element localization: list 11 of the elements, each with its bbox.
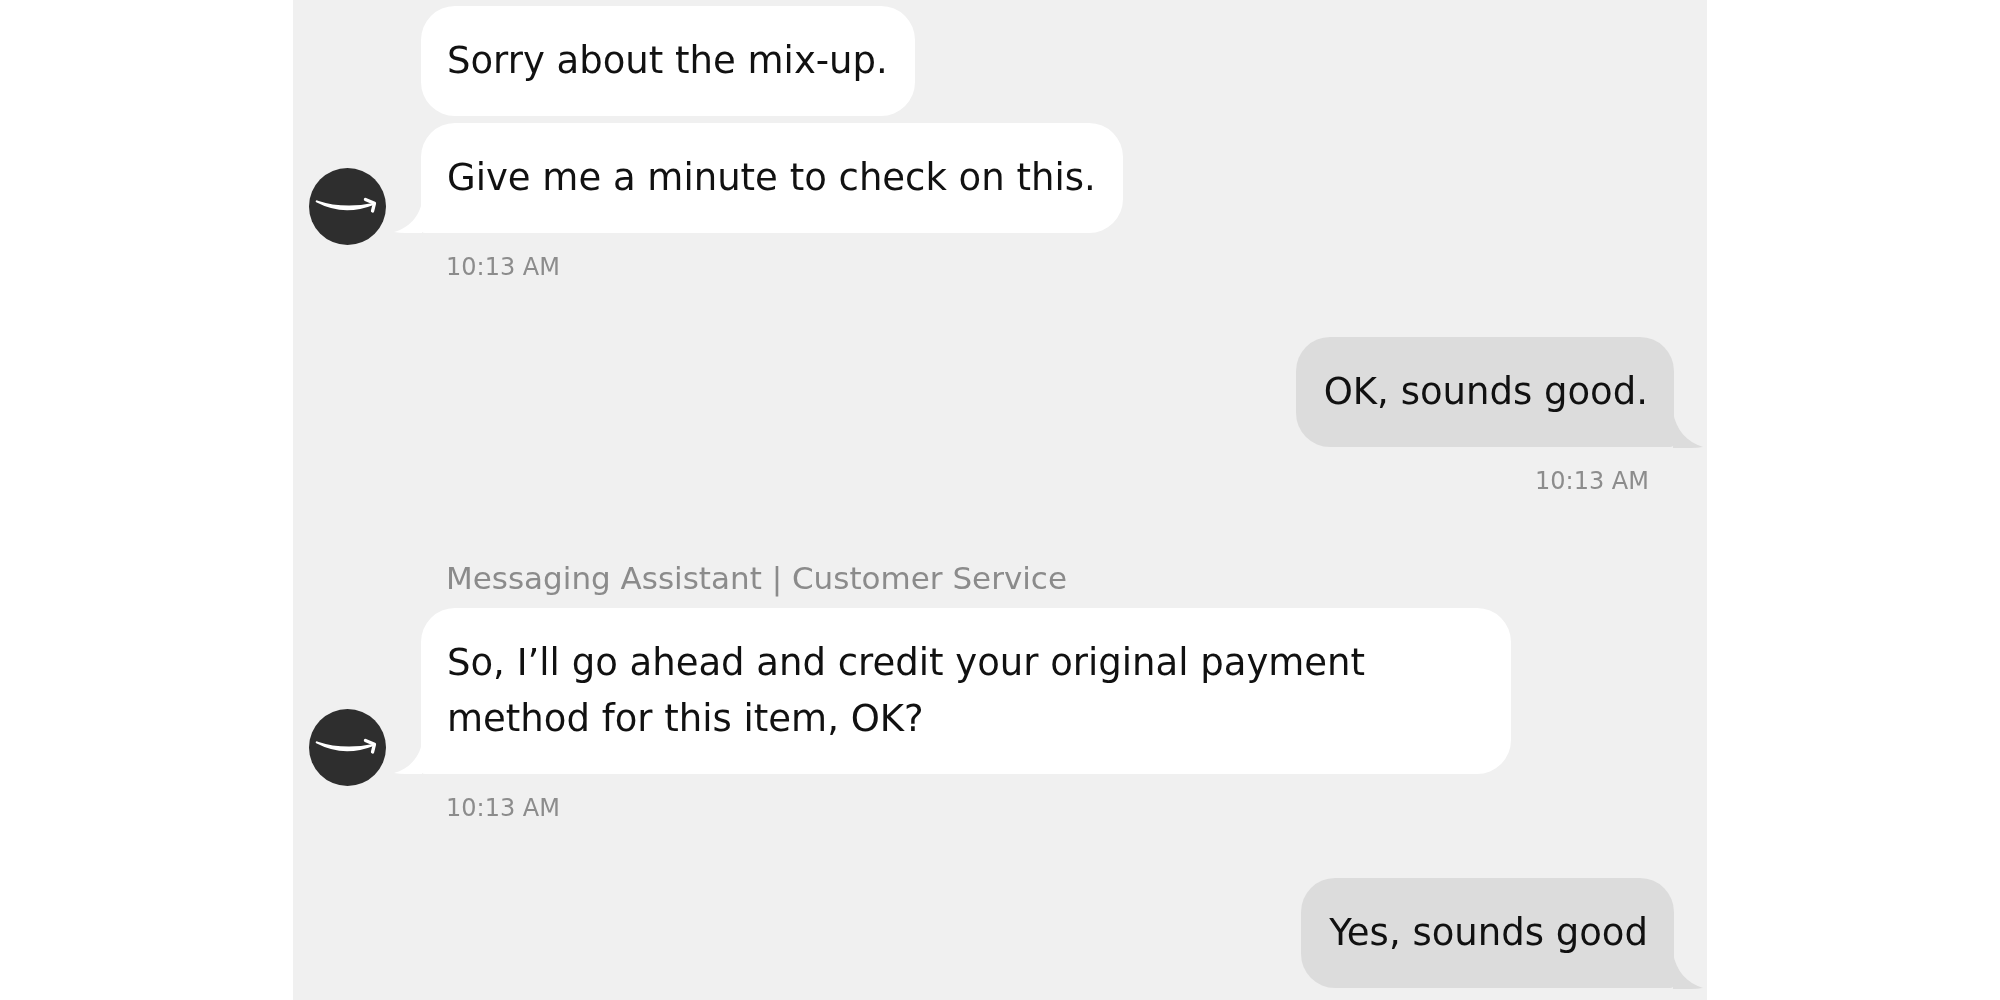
- message-bubble: OK, sounds good.: [1295, 337, 1674, 447]
- timestamp: 10:13 AM: [446, 252, 560, 282]
- message-bubble: Give me a minute to check on this.: [421, 123, 1123, 233]
- avatar-icon: [309, 709, 386, 786]
- timestamp: 10:13 AM: [1535, 466, 1649, 496]
- avatar-icon: [309, 168, 386, 245]
- message-bubble: Sorry about the mix-up.: [421, 6, 915, 116]
- timestamp: 10:13 AM: [446, 793, 560, 823]
- sender-label: Messaging Assistant | Customer Service: [446, 559, 1067, 598]
- message-bubble: Yes, sounds good: [1301, 878, 1674, 988]
- message-bubble: So, I’ll go ahead and credit your original payment method for this item, OK?: [421, 608, 1511, 774]
